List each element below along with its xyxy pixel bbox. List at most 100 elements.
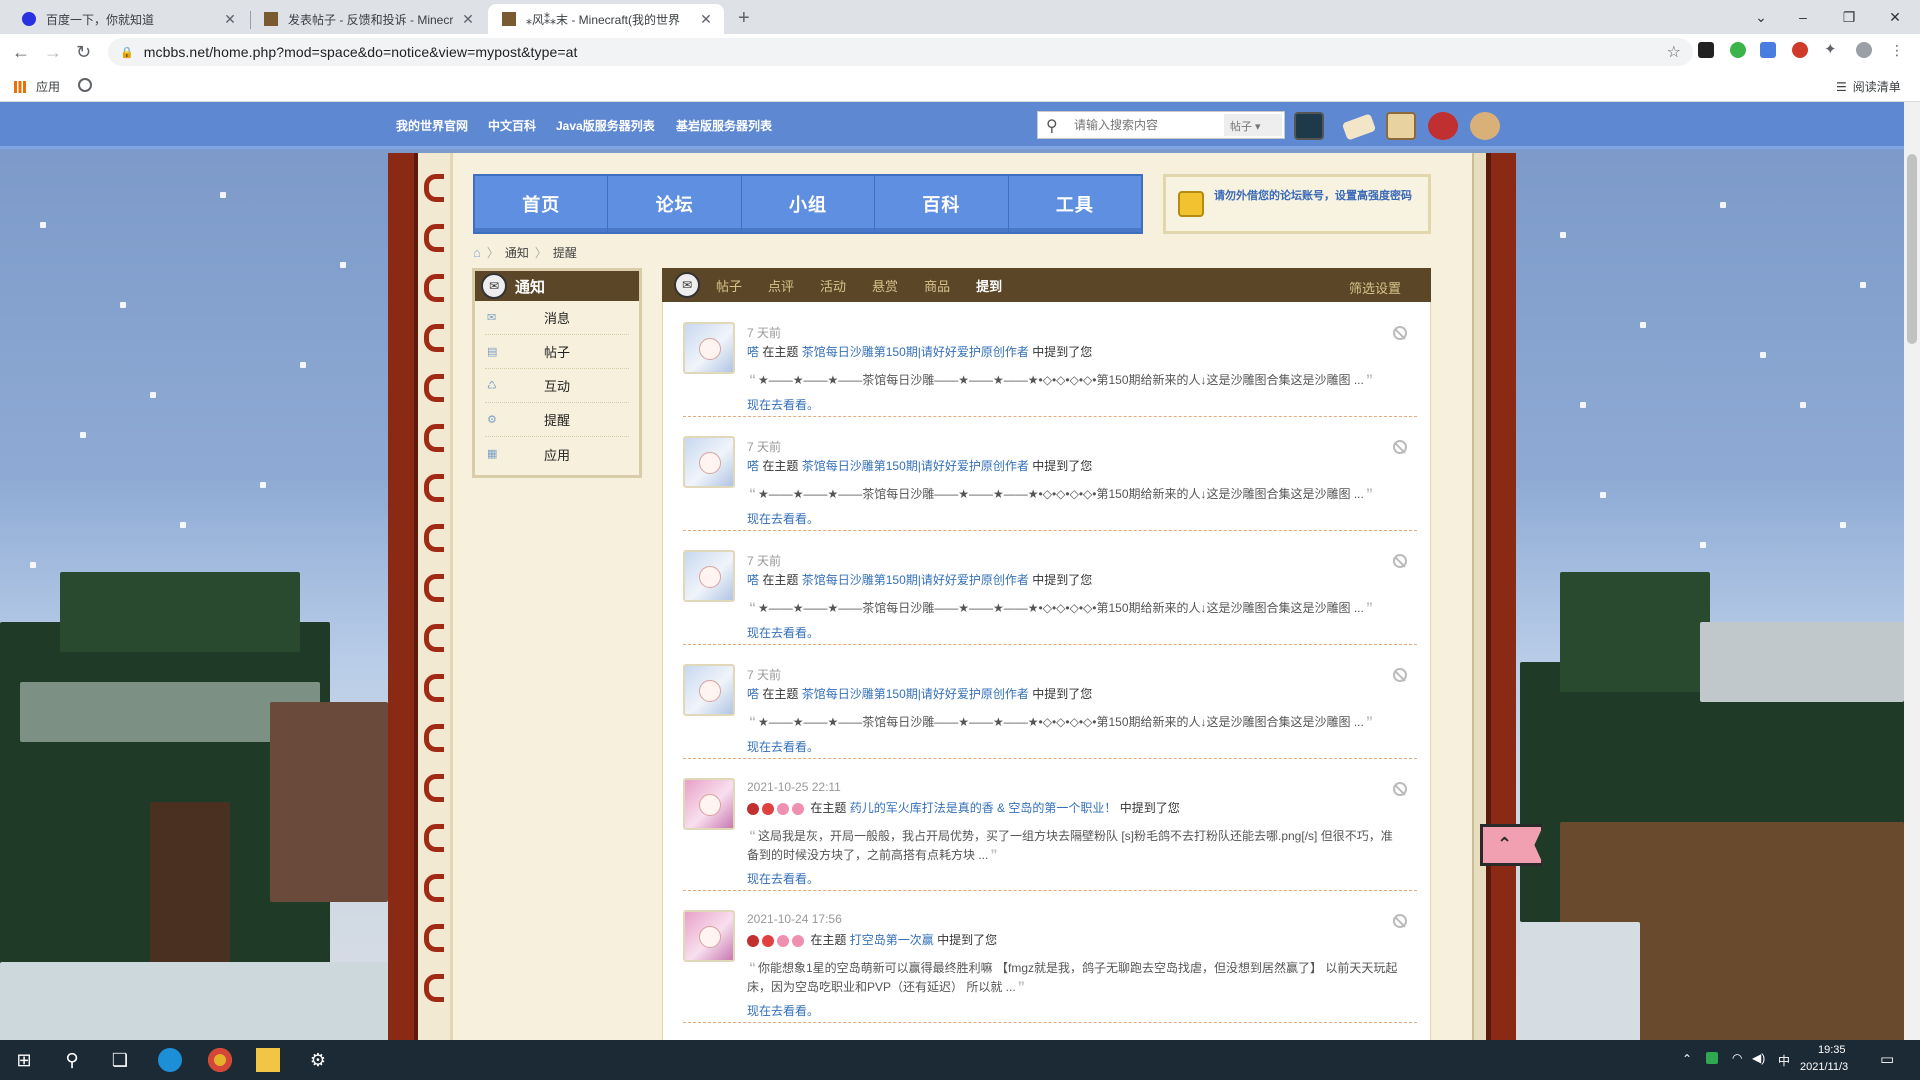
new-tab-icon[interactable]: + [738, 7, 750, 30]
back-icon[interactable]: ← [12, 42, 30, 62]
network-icon[interactable]: ◠ [1732, 1051, 1742, 1065]
windows-start-icon[interactable]: ⊞ [12, 1048, 36, 1072]
translate-icon[interactable] [1760, 42, 1776, 58]
scrollbar-thumb[interactable] [1907, 154, 1917, 344]
top-link-wiki[interactable]: 中文百科 [488, 117, 536, 134]
tab-mentions[interactable]: 提到 [976, 276, 1002, 295]
task-view-icon[interactable]: ❏ [108, 1048, 132, 1072]
profile-avatar-icon[interactable] [1856, 42, 1872, 58]
block-icon[interactable] [1393, 668, 1407, 682]
top-link-bedrock-servers[interactable]: 基岩版服务器列表 [676, 117, 772, 134]
close-window-icon[interactable]: ✕ [1872, 4, 1918, 30]
topic-link[interactable]: 茶馆每日沙雕第150期|请好好爱护原创作者 [802, 345, 1029, 359]
go-see-link[interactable]: 现在去看看。 [747, 624, 819, 641]
user-link[interactable]: 嗒 [747, 459, 759, 473]
puzzle-icon[interactable]: ✦ [1824, 42, 1840, 58]
settings-gear-icon[interactable]: ⚙ [306, 1048, 330, 1072]
avatar[interactable] [683, 550, 735, 602]
forward-icon[interactable]: → [44, 42, 62, 62]
close-tab-icon[interactable]: ✕ [222, 11, 238, 28]
chrome-browser-icon[interactable] [208, 1048, 232, 1072]
block-icon[interactable] [1393, 782, 1407, 796]
extension-icon[interactable] [1698, 42, 1714, 58]
user-link[interactable]: 嗒 [747, 573, 759, 587]
topic-link[interactable]: 打空岛第一次赢 [850, 933, 934, 947]
potion-icon[interactable] [1428, 112, 1458, 140]
avatar[interactable] [683, 664, 735, 716]
close-tab-icon[interactable]: ✕ [698, 11, 714, 28]
topic-link[interactable]: 茶馆每日沙雕第150期|请好好爱护原创作者 [802, 687, 1029, 701]
crafting-box-icon[interactable] [1386, 112, 1416, 140]
reload-icon[interactable]: ↻ [76, 42, 91, 62]
ime-indicator[interactable]: 中 [1778, 1052, 1790, 1069]
nav-tools[interactable]: 工具 [1009, 176, 1141, 232]
avatar[interactable] [683, 436, 735, 488]
volume-icon[interactable]: ◀) [1752, 1051, 1765, 1065]
avatar[interactable] [683, 322, 735, 374]
user-badges[interactable] [747, 934, 807, 948]
breadcrumb-notice[interactable]: 通知 [505, 244, 529, 261]
topic-link[interactable]: 茶馆每日沙雕第150期|请好好爱护原创作者 [802, 573, 1029, 587]
clock-date[interactable]: 2021/11/3 [1800, 1061, 1848, 1073]
bookmark-star-icon[interactable]: ☆ [1667, 42, 1681, 62]
user-link[interactable]: 嗒 [747, 345, 759, 359]
topic-link[interactable]: 药儿的军火库打法是真的香 & 空岛的第一个职业！ [850, 801, 1117, 815]
search-scope-select[interactable]: 帖子 ▾ [1224, 114, 1282, 136]
search-icon[interactable]: ⚲ [60, 1048, 84, 1072]
nav-wiki[interactable]: 百科 [875, 176, 1009, 232]
nav-home[interactable]: 首页 [475, 176, 609, 232]
user-link[interactable]: 嗒 [747, 687, 759, 701]
avatar[interactable] [683, 910, 735, 962]
tab-search-icon[interactable]: ⌄ [1738, 4, 1784, 30]
top-link-java-servers[interactable]: Java版服务器列表 [556, 117, 655, 134]
security-tray-icon[interactable] [1706, 1052, 1718, 1064]
maximize-icon[interactable]: ❐ [1826, 4, 1872, 30]
avatar[interactable] [683, 778, 735, 830]
block-icon[interactable] [1393, 326, 1407, 340]
browser-tab[interactable]: 百度一下，你就知道 ✕ [8, 4, 248, 34]
extension-icon[interactable] [1730, 42, 1746, 58]
file-explorer-icon[interactable] [256, 1048, 280, 1072]
topic-link[interactable]: 茶馆每日沙雕第150期|请好好爱护原创作者 [802, 459, 1029, 473]
nav-forum[interactable]: 论坛 [608, 176, 742, 232]
page-scrollbar[interactable] [1904, 102, 1920, 1040]
filter-settings-link[interactable]: 筛选设置 [1349, 278, 1401, 297]
address-bar[interactable]: 🔒 mcbbs.net/home.php?mod=space&do=notice… [108, 38, 1693, 66]
go-see-link[interactable]: 现在去看看。 [747, 1002, 819, 1019]
notification-center-icon[interactable]: ▭ [1880, 1050, 1894, 1068]
tab-events[interactable]: 活动 [820, 276, 846, 295]
block-icon[interactable] [1393, 914, 1407, 928]
go-see-link[interactable]: 现在去看看。 [747, 870, 819, 887]
nav-groups[interactable]: 小组 [742, 176, 876, 232]
tab-rewards[interactable]: 悬赏 [872, 276, 898, 295]
sidebar-item-messages[interactable]: ✉ 消息 [485, 301, 629, 335]
sidebar-item-reminders[interactable]: ⚙ 提醒 [485, 403, 629, 437]
reading-list[interactable]: ☰ 阅读清单 [1836, 78, 1901, 95]
letter-icon[interactable] [1341, 113, 1377, 141]
cookie-icon[interactable] [1470, 112, 1500, 140]
sidebar-item-posts[interactable]: ▤ 帖子 [485, 335, 629, 369]
go-see-link[interactable]: 现在去看看。 [747, 510, 819, 527]
go-see-link[interactable]: 现在去看看。 [747, 738, 819, 755]
home-icon[interactable]: ⌂ [473, 245, 481, 260]
browser-tab-active[interactable]: ⁎风⁑⁎末 - Minecraft(我的世界 ✕ [488, 4, 724, 34]
menu-icon[interactable]: ⋮ [1890, 42, 1906, 58]
tab-goods[interactable]: 商品 [924, 276, 950, 295]
close-tab-icon[interactable]: ✕ [460, 11, 476, 28]
top-link-official[interactable]: 我的世界官网 [396, 117, 468, 134]
search-icon[interactable]: ⚲ [1046, 116, 1058, 136]
block-icon[interactable] [1393, 440, 1407, 454]
clock-time[interactable]: 19:35 [1818, 1044, 1846, 1056]
sidebar-item-apps[interactable]: ▦ 应用 [485, 437, 629, 471]
sidebar-item-interaction[interactable]: ♺ 互动 [485, 369, 629, 403]
globe-bookmark[interactable] [78, 78, 92, 92]
edge-browser-icon[interactable] [158, 1048, 182, 1072]
user-avatar-icon[interactable] [1294, 112, 1324, 140]
browser-tab[interactable]: 发表帖子 - 反馈和投诉 - Minecr ✕ [250, 4, 486, 34]
extension-icon[interactable] [1792, 42, 1808, 58]
tab-comments[interactable]: 点评 [768, 276, 794, 295]
minimize-icon[interactable]: – [1780, 4, 1826, 30]
tab-posts[interactable]: 帖子 [716, 276, 742, 295]
user-badges[interactable] [747, 802, 807, 816]
tray-chevron-icon[interactable]: ⌃ [1682, 1052, 1692, 1066]
